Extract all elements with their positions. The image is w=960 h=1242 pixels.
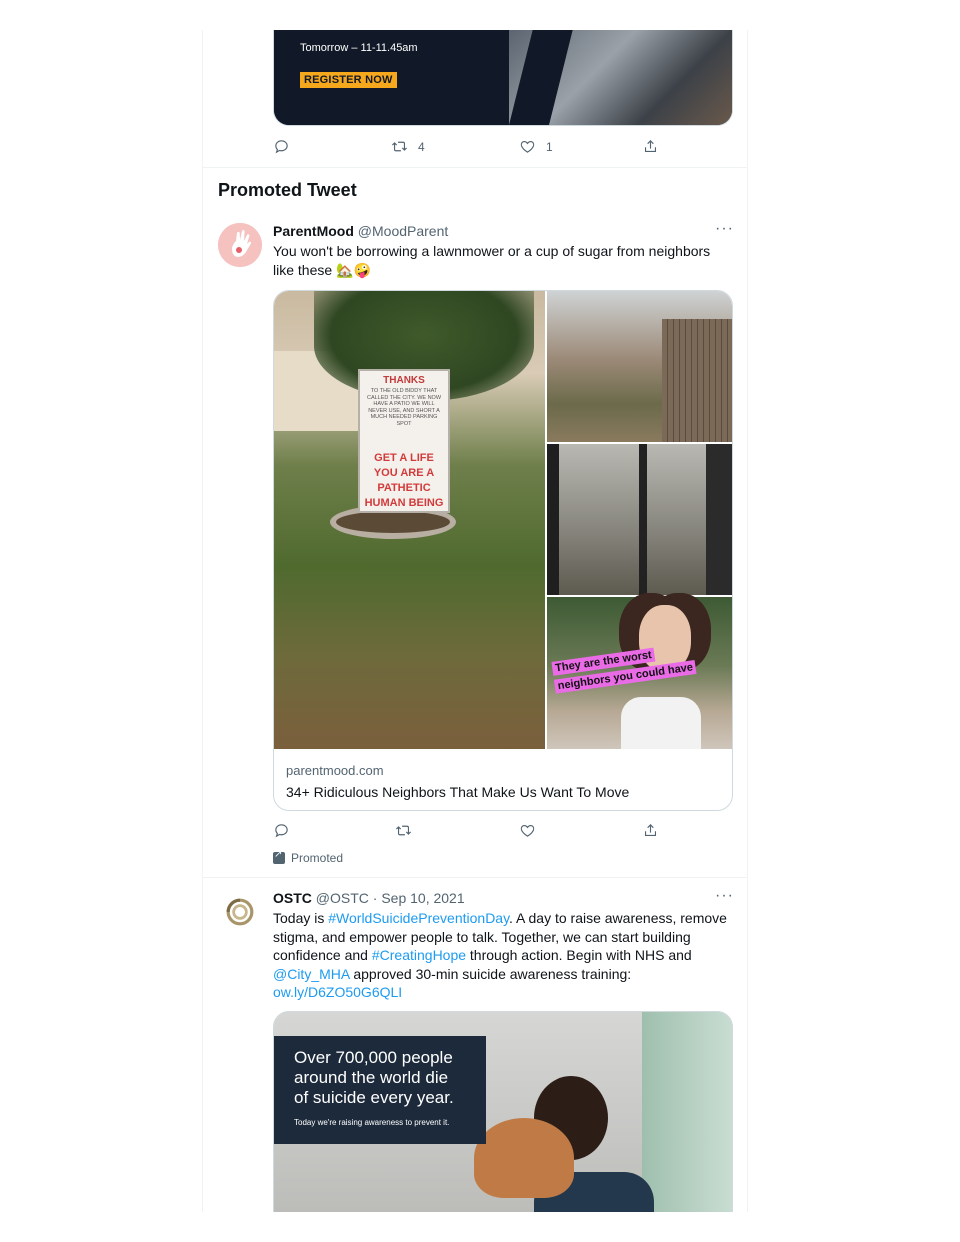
tweet-text: You won't be borrowing a lawnmower or a … [273, 243, 711, 278]
reply-icon [275, 824, 288, 838]
card-photo [509, 30, 732, 125]
tweet-header: OSTC @OSTC · Sep 10, 2021 [273, 890, 465, 906]
window-bar [639, 444, 647, 595]
share-button[interactable] [642, 822, 659, 839]
woman-photo: They are the worst neighbors you could h… [547, 597, 732, 749]
parentmood-avatar[interactable] [218, 223, 262, 267]
retweet-button[interactable] [395, 822, 412, 839]
promoted-text: Promoted [291, 851, 344, 865]
like-button[interactable] [519, 822, 536, 839]
card-domain: parentmood.com [286, 763, 384, 778]
text-segment: Today is [273, 910, 329, 926]
retweet-icon [396, 825, 411, 836]
window-view-photo [547, 444, 732, 595]
divider [203, 167, 747, 168]
image-subline: Today we're raising awareness to prevent… [294, 1118, 450, 1127]
share-icon [644, 824, 657, 837]
author-name[interactable]: ParentMood [273, 223, 354, 239]
yard-sign: THANKS TO THE OLD BIDDY THAT CALLED THE … [358, 369, 450, 513]
register-now-badge: REGISTER NOW [300, 72, 397, 88]
tweet-text: Today is #WorldSuicidePreventionDay. A d… [273, 909, 733, 1002]
image-headline: Over 700,000 people around the world die… [294, 1048, 454, 1107]
pink-overlay-label: They are the worst neighbors you could h… [551, 639, 697, 694]
card-meta: parentmood.com 34+ Ridiculous Neighbors … [274, 749, 732, 810]
fence [662, 319, 732, 442]
tweet-image[interactable]: Over 700,000 people around the world die… [273, 1011, 733, 1212]
sign-heading: THANKS TO THE OLD BIDDY THAT CALLED THE … [364, 375, 444, 427]
sign-top-text: THANKS [383, 375, 425, 386]
divider [203, 877, 747, 878]
ostc-avatar[interactable] [220, 892, 264, 936]
tweet-header: ParentMood @MoodParent [273, 223, 448, 239]
hand-logo-icon [218, 223, 262, 267]
wall [642, 1012, 732, 1212]
backyard-photo [547, 291, 732, 442]
author-name[interactable]: OSTC [273, 890, 312, 906]
promoted-label: Promoted [273, 849, 344, 865]
heart-icon [520, 824, 535, 837]
like-count: 1 [546, 139, 553, 154]
section-title: Promoted Tweet [218, 180, 357, 200]
heart-icon [520, 140, 535, 153]
image-collage: THANKS TO THE OLD BIDDY THAT CALLED THE … [274, 291, 732, 749]
hashtag-link[interactable]: #CreatingHope [372, 947, 466, 963]
url-link[interactable]: ow.ly/D6ZO50G6QLI [273, 984, 402, 1000]
people-illustration [474, 1076, 654, 1212]
sign-small-text: TO THE OLD BIDDY THAT CALLED THE CITY. W… [366, 388, 442, 427]
promoted-icon [273, 849, 285, 864]
event-time: Tomorrow – 11-11.45am [300, 42, 418, 54]
reply-button[interactable] [273, 138, 290, 155]
link-card[interactable]: THANKS TO THE OLD BIDDY THAT CALLED THE … [273, 290, 733, 811]
retweet-button[interactable]: 4 [391, 138, 425, 155]
share-button[interactable] [642, 138, 659, 155]
reply-icon [275, 140, 288, 154]
author-handle[interactable]: @MoodParent [358, 223, 448, 239]
headline-box: Over 700,000 people around the world die… [274, 1036, 486, 1144]
reply-button[interactable] [273, 822, 290, 839]
text-segment: approved 30-min suicide awareness traini… [349, 965, 632, 982]
ostc-logo-icon [226, 898, 254, 926]
like-button[interactable]: 1 [519, 138, 553, 155]
yard-sign-photo: THANKS TO THE OLD BIDDY THAT CALLED THE … [274, 291, 545, 749]
hashtag-link[interactable]: #WorldSuicidePreventionDay [328, 910, 509, 926]
person-head-red [474, 1118, 574, 1198]
shirt [621, 697, 701, 749]
more-options-button[interactable]: ··· [715, 220, 734, 238]
share-icon [644, 140, 657, 153]
retweet-icon [392, 141, 407, 152]
event-card-image[interactable]: Tomorrow – 11-11.45am REGISTER NOW [273, 30, 733, 126]
card-title: 34+ Ridiculous Neighbors That Make Us Wa… [286, 784, 630, 800]
mention-link[interactable]: @City_MHA [273, 966, 349, 982]
sign-bottom-text: GET A LIFE YOU ARE A PATHETIC HUMAN BEIN… [364, 452, 444, 509]
author-handle[interactable]: @OSTC [316, 890, 369, 906]
retweet-count: 4 [418, 139, 425, 154]
more-options-button[interactable]: ··· [715, 887, 734, 905]
timeline: Tomorrow – 11-11.45am REGISTER NOW 4 1 P… [202, 30, 748, 1212]
tweet-date[interactable]: · Sep 10, 2021 [373, 890, 465, 906]
text-segment: through action. Begin with NHS and [466, 947, 692, 963]
